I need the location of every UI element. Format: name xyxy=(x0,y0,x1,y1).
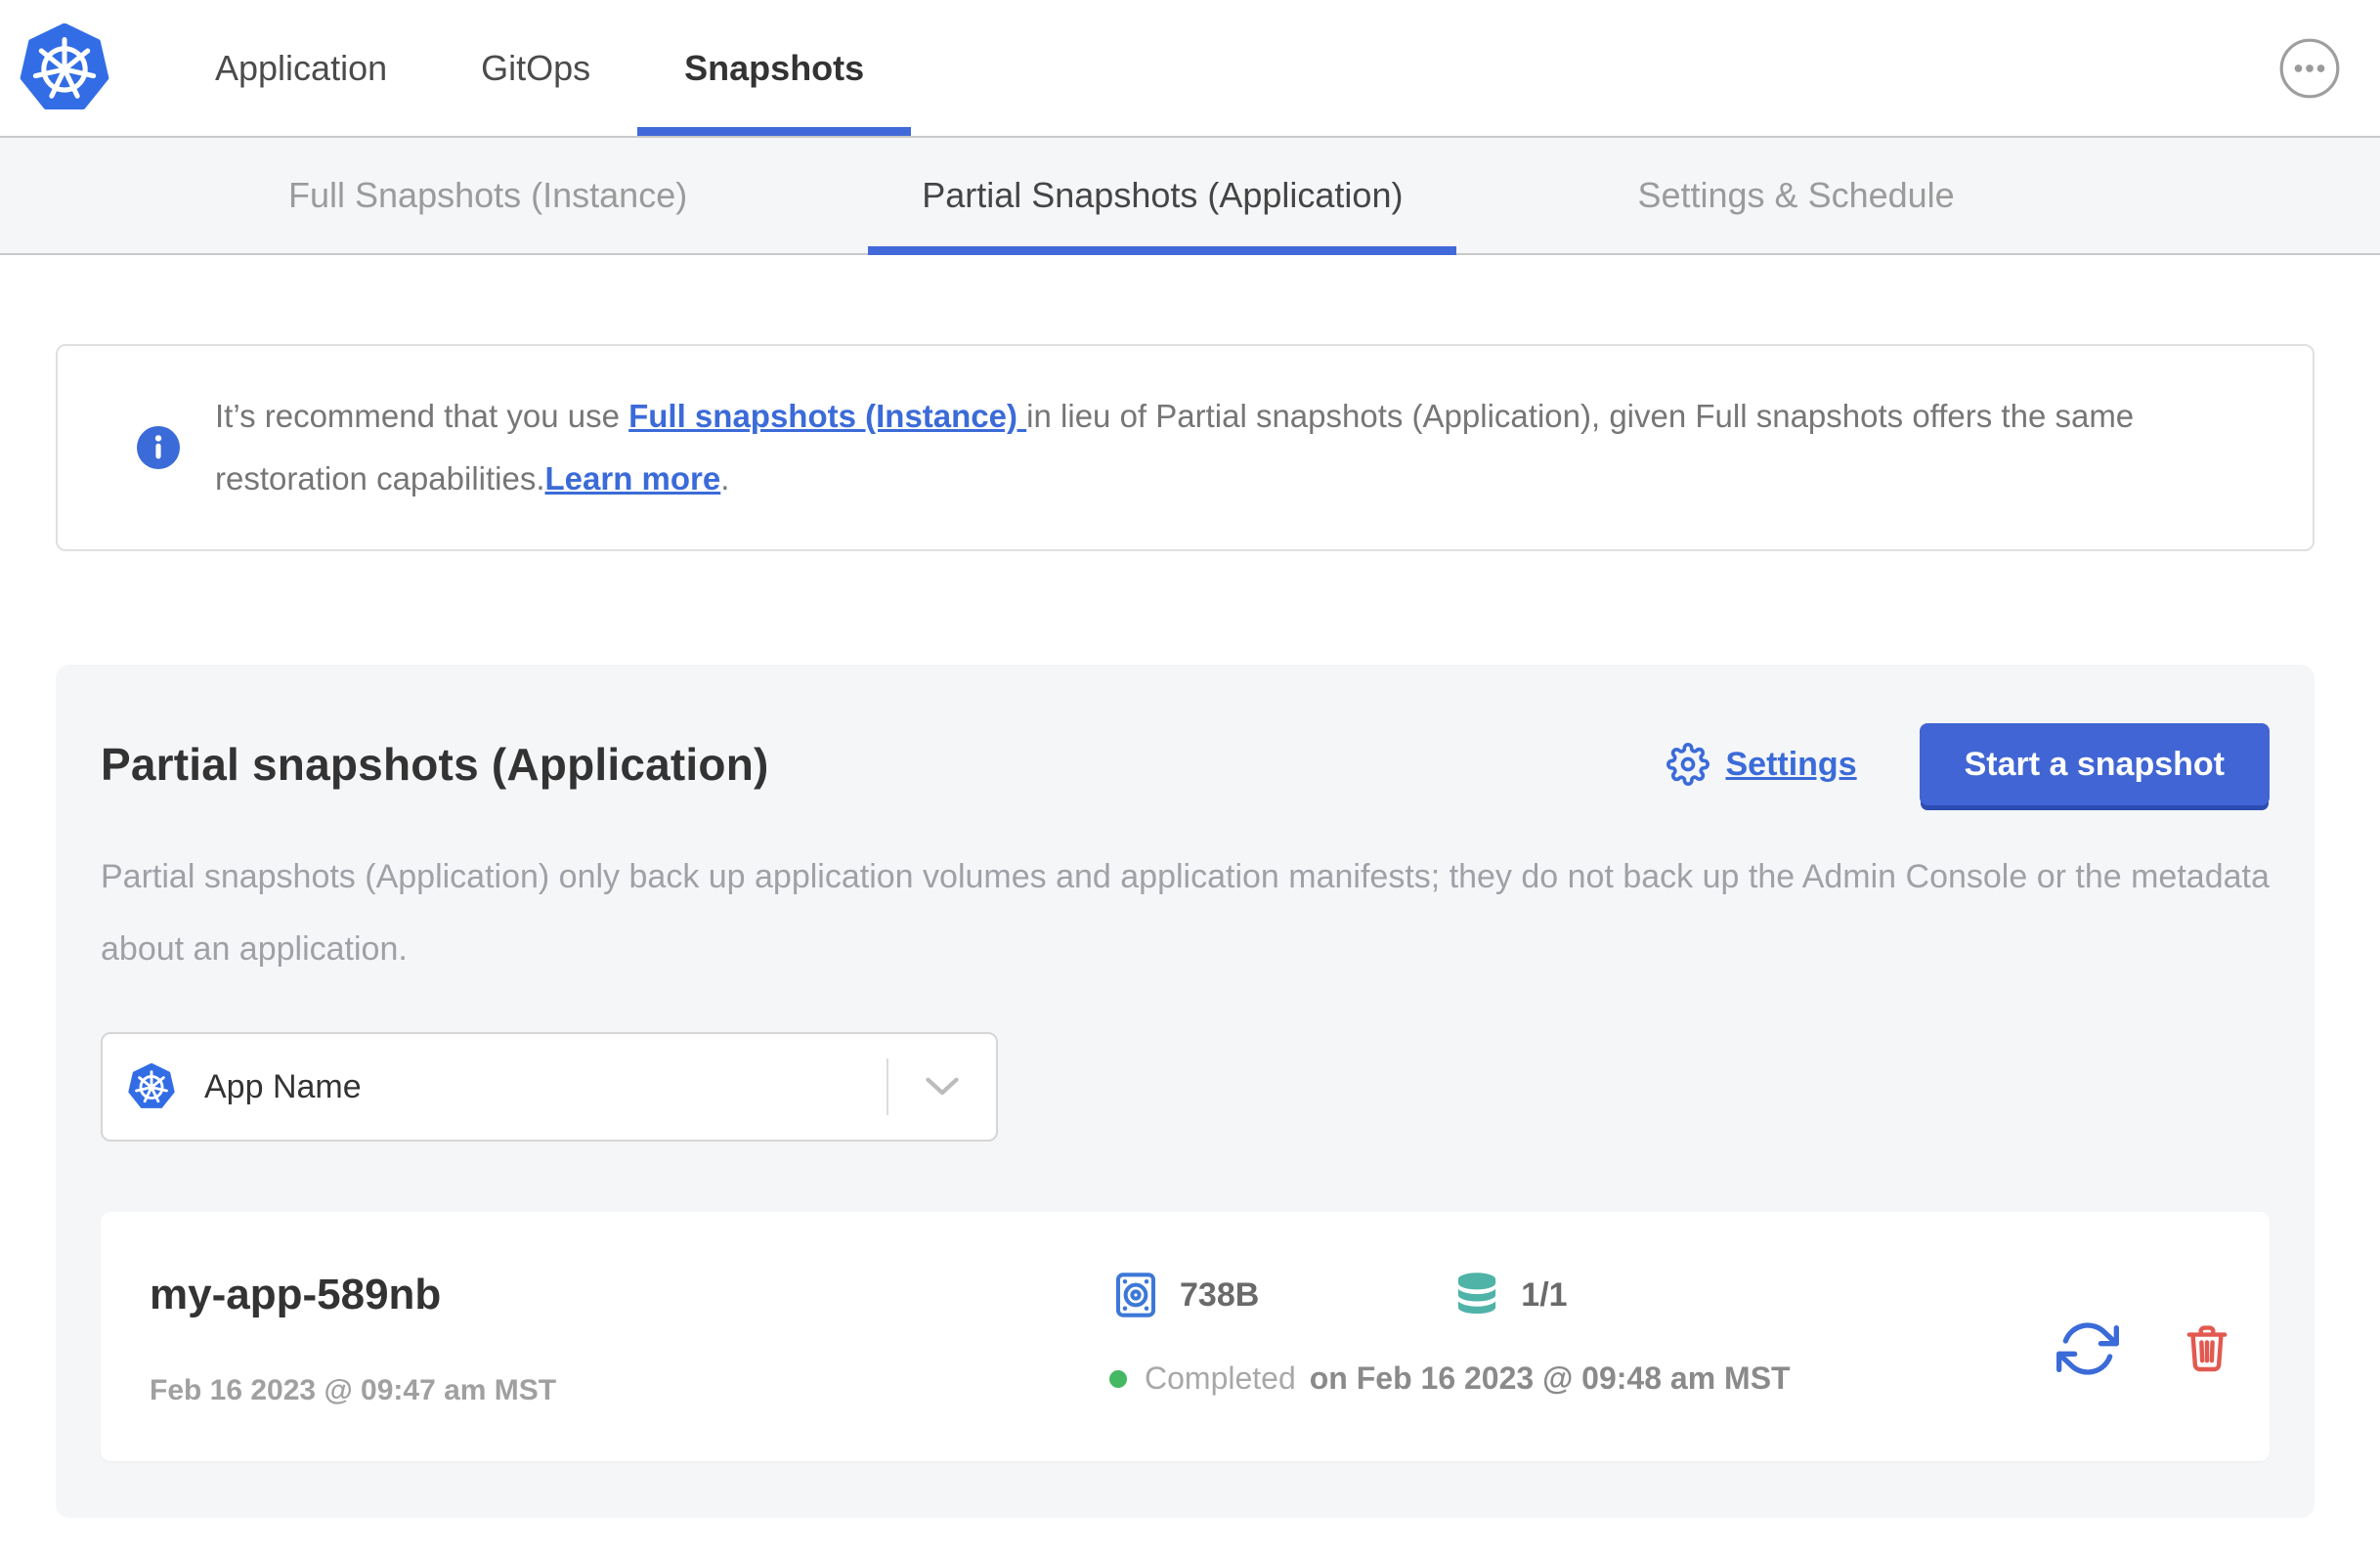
snapshot-completed-date: on Feb 16 2023 @ 09:48 am MST xyxy=(1309,1360,1791,1396)
full-snapshots-link[interactable]: Full snapshots (Instance) xyxy=(628,398,1026,434)
kubernetes-icon xyxy=(128,1063,175,1108)
snapshot-size-metric: 738B xyxy=(1109,1269,1259,1321)
snapshot-settings-link[interactable]: Settings xyxy=(1666,743,1857,786)
banner-segment-3: . xyxy=(720,460,730,496)
snapshot-status: Completed xyxy=(1145,1360,1296,1396)
snapshot-row: my-app-589nb Feb 16 2023 @ 09:47 am MST … xyxy=(101,1212,2270,1461)
snapshot-size: 738B xyxy=(1180,1275,1260,1314)
settings-link-label: Settings xyxy=(1725,745,1857,783)
snapshots-tabbar: Full Snapshots (Instance) Partial Snapsh… xyxy=(0,136,2380,255)
panel-description: Partial snapshots (Application) only bac… xyxy=(101,858,2270,968)
snapshot-actions xyxy=(2056,1317,2234,1380)
overflow-menu-button[interactable] xyxy=(2278,37,2341,100)
tab-partial-snapshots-application[interactable]: Partial Snapshots (Application) xyxy=(868,138,1457,255)
tab-full-snapshots-instance[interactable]: Full Snapshots (Instance) xyxy=(235,138,741,253)
banner-text: It’s recommend that you use Full snapsho… xyxy=(215,385,2248,510)
status-dot-icon xyxy=(1109,1369,1127,1388)
restore-icon xyxy=(2056,1321,2119,1375)
learn-more-link[interactable]: Learn more xyxy=(545,460,721,496)
nav-item-application[interactable]: Application xyxy=(168,0,434,136)
app-name-dropdown[interactable]: App Name xyxy=(101,1032,998,1142)
gear-icon xyxy=(1666,743,1710,786)
app-name-value: App Name xyxy=(204,1067,362,1105)
top-header: Application GitOps Snapshots xyxy=(0,0,2380,136)
ellipsis-circle-icon xyxy=(2279,38,2340,98)
start-snapshot-button[interactable]: Start a snapshot xyxy=(1919,723,2270,805)
snapshot-status-row: Completed on Feb 16 2023 @ 09:48 am MST xyxy=(1109,1360,2056,1397)
snapshot-volumes-metric: 1/1 xyxy=(1450,1269,1568,1321)
kubernetes-logo-icon xyxy=(20,22,109,109)
disk-icon xyxy=(1115,1273,1156,1317)
banner-segment-1: It’s recommend that you use xyxy=(215,398,629,434)
nav-item-gitops[interactable]: GitOps xyxy=(434,0,637,136)
partial-snapshots-panel: Partial snapshots (Application) Settings… xyxy=(56,665,2315,1518)
snapshot-volume-count: 1/1 xyxy=(1521,1275,1568,1314)
info-icon xyxy=(137,426,180,469)
panel-title: Partial snapshots (Application) xyxy=(101,739,769,790)
primary-nav: Application GitOps Snapshots xyxy=(168,0,912,136)
chevron-down-icon xyxy=(926,1077,959,1096)
panel-header: Partial snapshots (Application) Settings… xyxy=(101,723,2270,805)
delete-snapshot-button[interactable] xyxy=(2180,1321,2234,1376)
info-banner: It’s recommend that you use Full snapsho… xyxy=(56,344,2315,551)
nav-item-snapshots[interactable]: Snapshots xyxy=(637,0,912,136)
restore-snapshot-button[interactable] xyxy=(2056,1317,2119,1380)
trash-icon xyxy=(2186,1324,2228,1371)
database-icon xyxy=(1458,1273,1496,1315)
snapshot-started-date: Feb 16 2023 @ 09:47 am MST xyxy=(150,1374,557,1406)
tab-settings-schedule[interactable]: Settings & Schedule xyxy=(1583,138,2008,253)
snapshot-name: my-app-589nb xyxy=(150,1271,442,1318)
